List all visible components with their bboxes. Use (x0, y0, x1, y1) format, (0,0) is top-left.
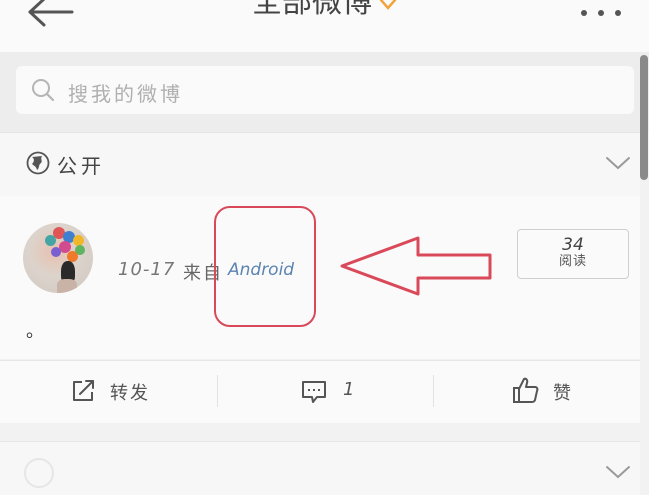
annotation-arrow-icon (340, 236, 492, 296)
like-thumb-icon[interactable] (512, 376, 540, 404)
chevron-down-icon[interactable] (605, 155, 631, 171)
action-divider (217, 375, 218, 407)
read-count: 34 (562, 235, 584, 255)
post-content: 。 (26, 321, 44, 342)
annotation-highlight-box (214, 206, 316, 327)
post-time: 10-17 (118, 259, 176, 280)
next-post-avatar (24, 458, 54, 488)
read-count-badge[interactable]: 34 阅读 (517, 229, 629, 279)
action-divider (433, 375, 434, 407)
page-title: 全部微博 (251, 0, 372, 20)
avatar[interactable] (23, 223, 93, 293)
repost-icon[interactable] (71, 379, 97, 403)
search-placeholder: 搜我的微博 (68, 82, 183, 106)
chevron-down-icon (379, 0, 397, 10)
scrollbar[interactable] (640, 55, 648, 180)
title-dropdown[interactable]: 全部微博 (0, 0, 649, 28)
globe-icon (26, 151, 50, 175)
comment-icon[interactable] (301, 379, 327, 405)
more-horizontal-icon[interactable] (576, 0, 626, 22)
comment-count[interactable]: 1 (343, 379, 354, 400)
visibility-label: 公开 (57, 154, 105, 178)
chevron-down-icon[interactable] (605, 464, 631, 480)
search-icon (32, 79, 55, 102)
read-label: 阅读 (558, 254, 587, 269)
like-button[interactable]: 赞 (553, 379, 571, 405)
next-post-card[interactable] (0, 441, 640, 495)
repost-button[interactable]: 转发 (110, 379, 150, 405)
